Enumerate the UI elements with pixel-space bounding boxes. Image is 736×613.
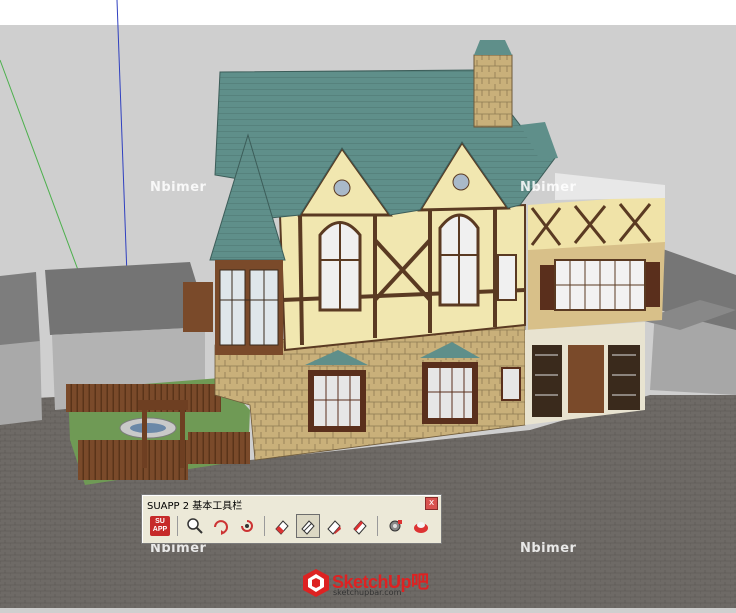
- erase-button[interactable]: [271, 515, 293, 537]
- main-wall: [278, 203, 526, 352]
- sketchup-logo-icon: [303, 569, 329, 597]
- arched-window-right: [438, 213, 480, 307]
- small-window: [501, 367, 521, 401]
- suapp-badge-top: SU: [155, 518, 165, 525]
- rectangle-icon: [327, 520, 341, 535]
- help-button[interactable]: [410, 515, 432, 537]
- toolbar-buttons: SU APP: [149, 514, 436, 538]
- orbit-button[interactable]: [210, 515, 232, 537]
- sketchup-bar-logo: SketchUp吧 sketchupbar.com: [302, 566, 437, 602]
- right-wing: [525, 173, 665, 425]
- pan-button[interactable]: [236, 515, 258, 537]
- rectangle-button[interactable]: [323, 515, 345, 537]
- select-button[interactable]: [296, 514, 320, 538]
- watermark-nbimer: Nbimer: [520, 180, 577, 195]
- ground-bay-left: [305, 350, 368, 432]
- watermark-nbimer: Nbimer: [150, 180, 207, 195]
- chimney: [473, 40, 513, 128]
- arched-window-left: [318, 221, 362, 312]
- help-icon: [414, 522, 428, 533]
- close-button[interactable]: x: [425, 497, 438, 510]
- suapp-badge-bottom: APP: [152, 526, 168, 533]
- settings-icon: [389, 520, 402, 532]
- toolbar-separator: [177, 516, 178, 536]
- sketchup-viewport[interactable]: Nbimer Nbimer Nbimer Nbimer SUAPP 2 基本工具…: [0, 0, 736, 608]
- watermark-nbimer: Nbimer: [520, 541, 577, 556]
- settings-button[interactable]: [384, 515, 406, 537]
- ground-bay-right: [420, 342, 480, 424]
- side-window: [497, 254, 517, 301]
- zoom-icon: [187, 518, 203, 534]
- suapp-button[interactable]: SU APP: [149, 515, 171, 537]
- pan-icon: [241, 520, 253, 532]
- orbit-icon: [214, 520, 228, 535]
- toolbar-separator: [264, 516, 265, 536]
- select-icon: [301, 520, 315, 535]
- toolbar-separator: [377, 516, 378, 536]
- paint-button[interactable]: [349, 515, 371, 537]
- background-building-left: [0, 272, 42, 425]
- suapp-logo-icon: SU APP: [150, 516, 170, 536]
- erase-icon: [275, 520, 289, 535]
- toolbar-title: SUAPP 2 基本工具栏: [147, 501, 243, 512]
- paint-icon: [353, 520, 367, 535]
- logo-url: sketchupbar.com: [333, 588, 402, 597]
- zoom-button[interactable]: [184, 515, 206, 537]
- suapp-basic-toolbar[interactable]: SUAPP 2 基本工具栏 x SU APP: [141, 494, 442, 544]
